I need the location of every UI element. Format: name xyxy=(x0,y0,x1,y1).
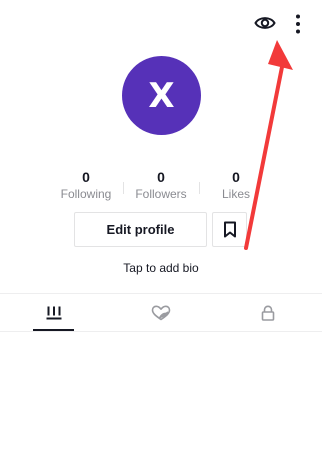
stat-divider xyxy=(199,182,200,194)
following-count: 0 xyxy=(82,169,90,185)
followers-stat[interactable]: 0 Followers xyxy=(129,169,193,201)
following-stat[interactable]: 0 Following xyxy=(54,169,118,201)
tabs-divider-bottom xyxy=(0,331,322,332)
followers-count: 0 xyxy=(157,169,165,185)
avatar-initial: X xyxy=(148,75,175,116)
heart-hidden-icon xyxy=(151,305,170,320)
tab-videos[interactable] xyxy=(0,294,107,331)
eye-icon[interactable] xyxy=(254,14,276,32)
stat-divider xyxy=(123,182,124,194)
following-label: Following xyxy=(60,187,112,201)
bookmark-button[interactable] xyxy=(212,212,247,247)
edit-profile-button[interactable]: Edit profile xyxy=(74,212,207,247)
bookmark-icon xyxy=(223,221,236,238)
more-options-icon[interactable] xyxy=(290,13,306,35)
lock-icon xyxy=(261,304,274,321)
avatar[interactable]: X xyxy=(122,56,201,135)
grid-bars-icon xyxy=(46,306,61,319)
likes-label: Likes xyxy=(221,187,250,201)
likes-count: 0 xyxy=(232,169,240,185)
tab-liked[interactable] xyxy=(107,294,214,331)
likes-stat[interactable]: 0 Likes xyxy=(207,169,265,201)
add-bio-link[interactable]: Tap to add bio xyxy=(0,261,322,275)
followers-label: Followers xyxy=(135,187,187,201)
tab-private[interactable] xyxy=(214,294,321,331)
